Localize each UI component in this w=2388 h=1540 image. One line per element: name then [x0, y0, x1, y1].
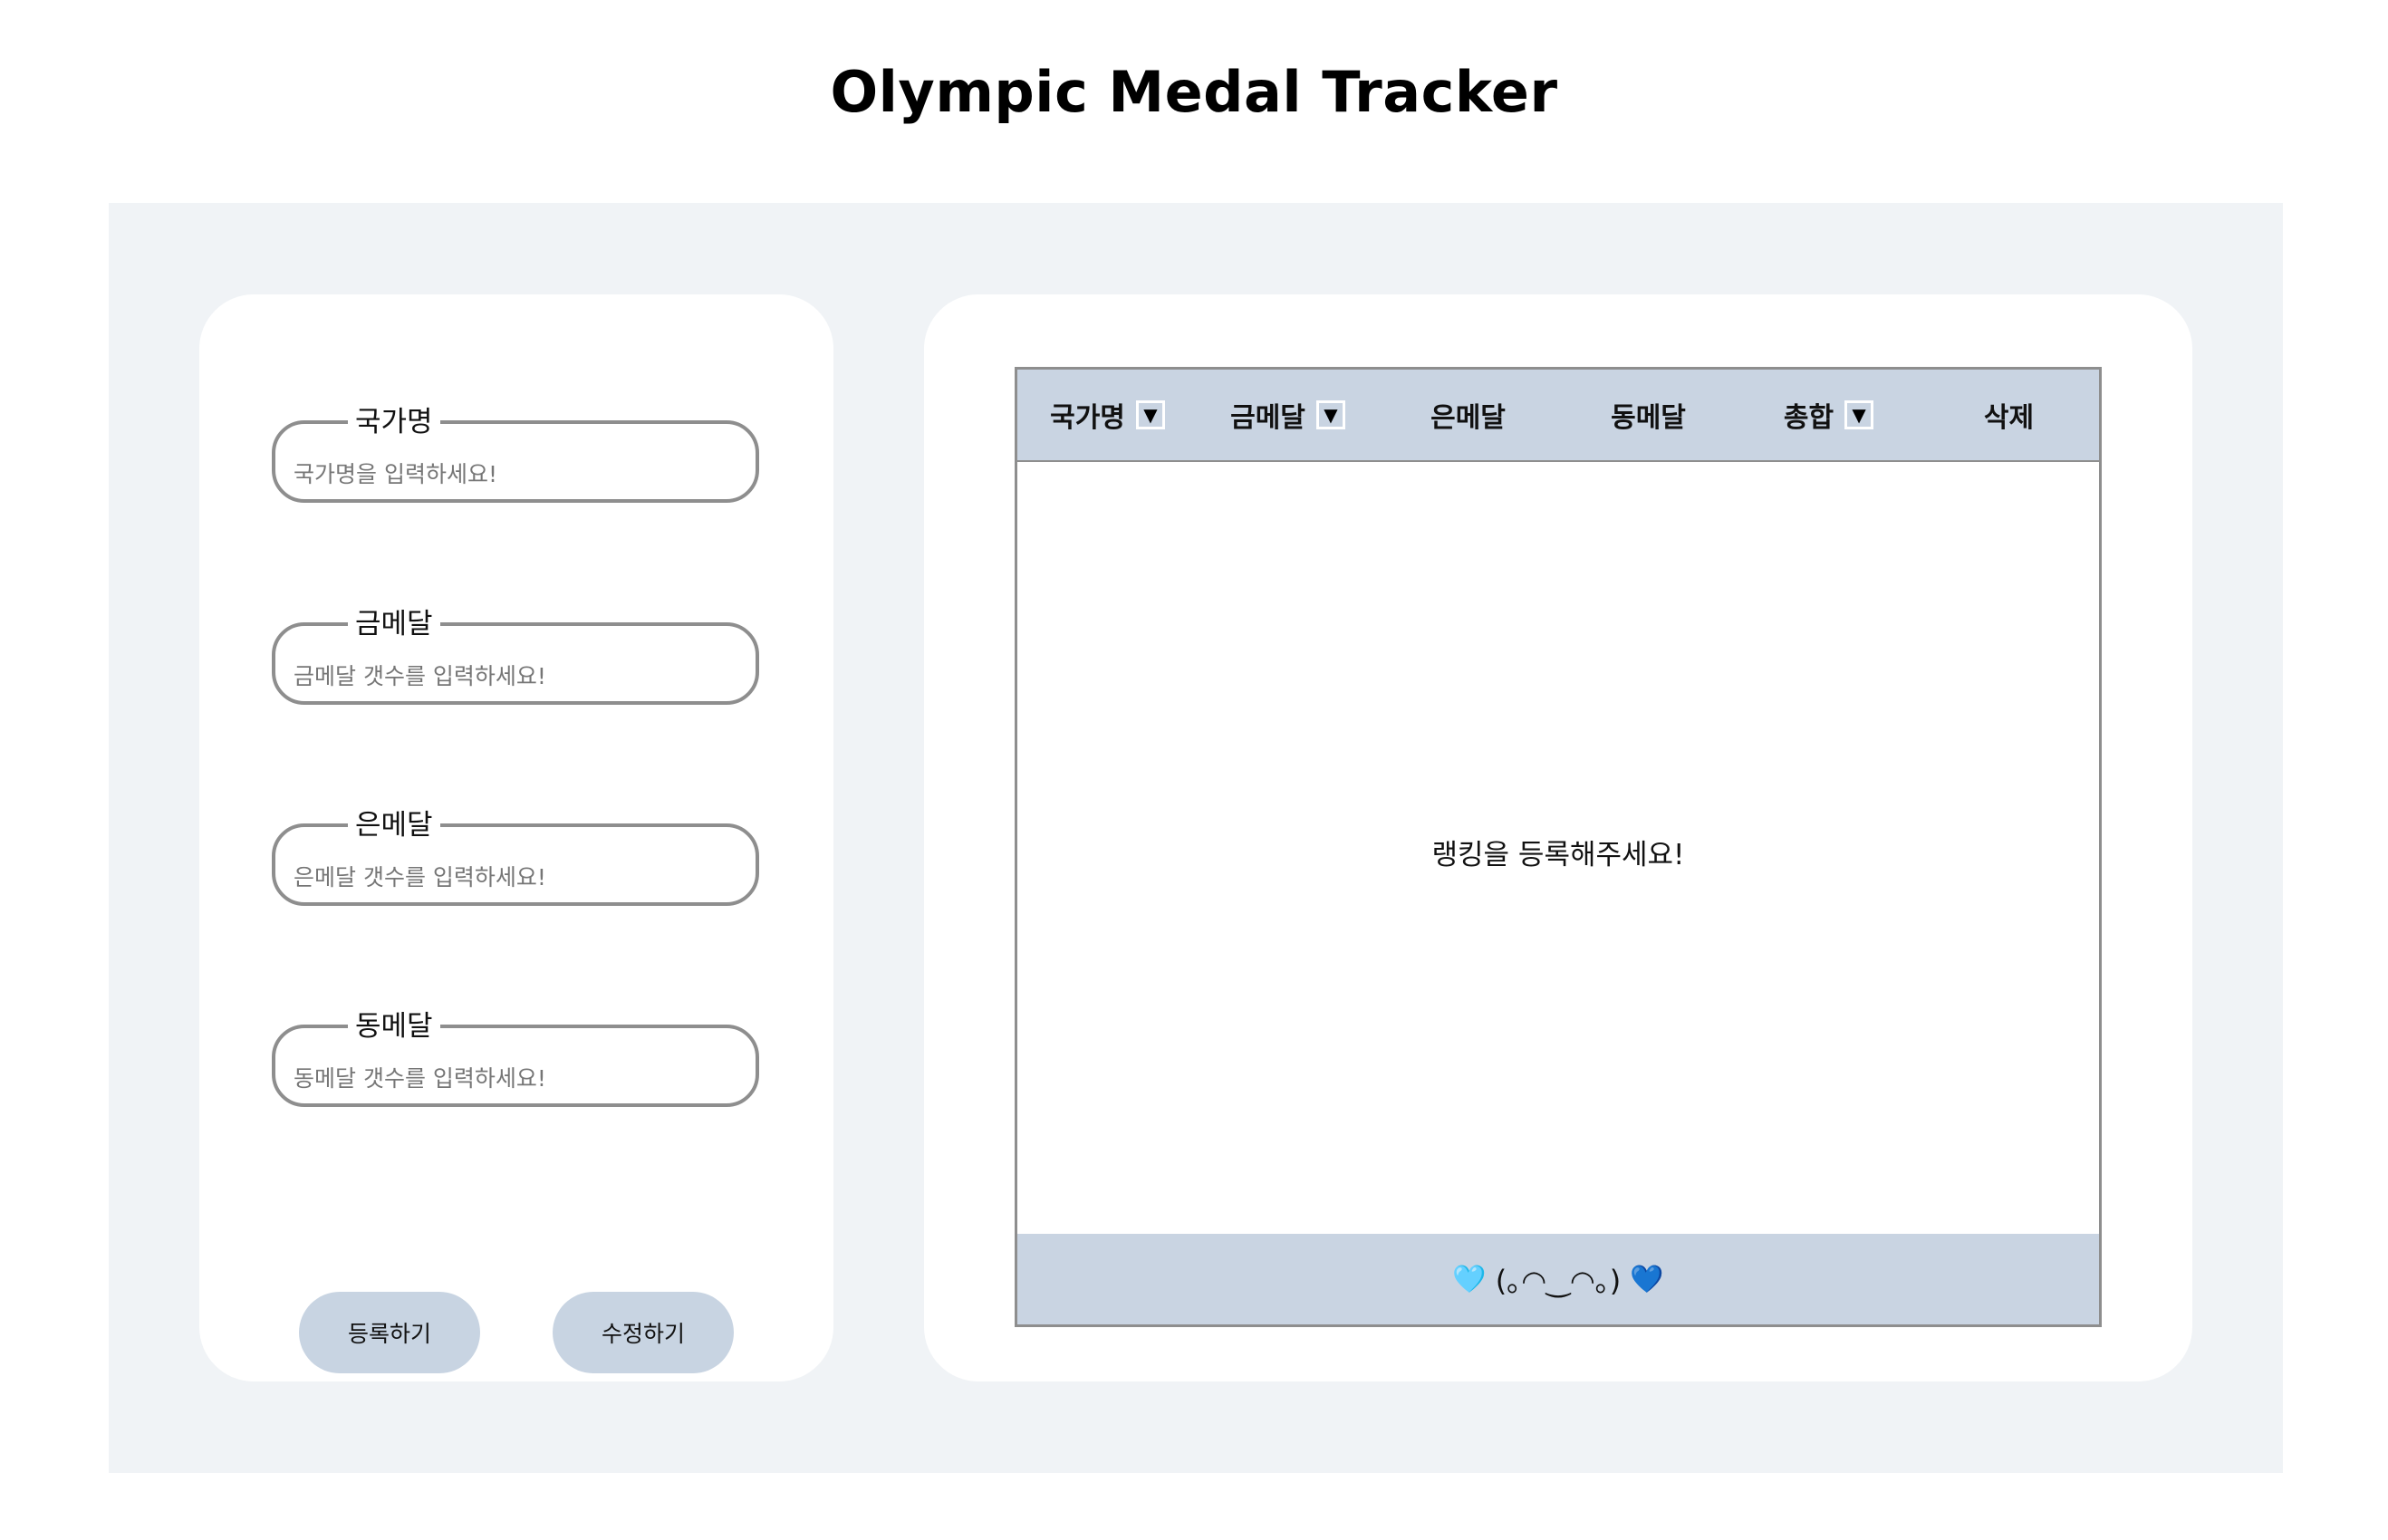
country-label: 국가명 — [355, 406, 433, 438]
blue-heart-icon: 💙 — [1630, 1263, 1664, 1295]
silver-label: 은메달 — [355, 809, 433, 842]
column-header-silver: 은메달 — [1378, 370, 1558, 460]
column-header-delete: 삭제 — [1919, 370, 2099, 460]
sort-country-icon[interactable]: ▼ — [1135, 400, 1165, 429]
empty-message: 랭킹을 등록해주세요! — [1431, 838, 1685, 871]
table-footer: 🩵 (｡◠‿◠｡) 💙 — [1017, 1234, 2099, 1324]
silver-field: 은메달 — [272, 810, 759, 906]
page-title: Olympic Medal Tracker — [830, 59, 1558, 125]
gold-label: 금메달 — [355, 608, 433, 640]
column-label-delete: 삭제 — [1983, 402, 2035, 434]
bronze-input[interactable] — [294, 1058, 728, 1098]
register-button[interactable]: 등록하기 — [299, 1292, 480, 1373]
edit-button[interactable]: 수정하기 — [553, 1292, 734, 1373]
column-label-bronze: 동메달 — [1611, 402, 1686, 434]
column-header-country: 국가명 ▼ — [1017, 370, 1198, 460]
kaomoji-face: (｡◠‿◠｡) — [1495, 1264, 1622, 1298]
column-label-total: 총합 — [1783, 402, 1834, 434]
column-label-gold: 금메달 — [1230, 402, 1305, 434]
sort-total-icon[interactable]: ▼ — [1844, 400, 1874, 429]
gold-field: 금메달 — [272, 609, 759, 705]
silver-input[interactable] — [294, 857, 728, 897]
bronze-label: 동메달 — [355, 1010, 433, 1043]
ranking-card: 국가명 ▼ 금메달 ▼ 은메달 동메달 총합 ▼ 삭제 랭킹을 등록해주세요! … — [924, 294, 2192, 1381]
column-header-gold: 금메달 ▼ — [1198, 370, 1378, 460]
gold-input[interactable] — [294, 656, 728, 696]
sort-gold-icon[interactable]: ▼ — [1315, 400, 1345, 429]
medal-form-card: 국가명 금메달 은메달 동메달 등록하기 수정하기 — [199, 294, 833, 1381]
country-input[interactable] — [294, 454, 728, 494]
ranking-table: 국가명 ▼ 금메달 ▼ 은메달 동메달 총합 ▼ 삭제 랭킹을 등록해주세요! … — [1015, 367, 2102, 1327]
country-field: 국가명 — [272, 407, 759, 503]
column-header-total: 총합 ▼ — [1738, 370, 1919, 460]
bronze-field: 동메달 — [272, 1011, 759, 1107]
light-blue-heart-icon: 🩵 — [1452, 1263, 1487, 1295]
main-container: 국가명 금메달 은메달 동메달 등록하기 수정하기 국가명 ▼ — [109, 203, 2283, 1473]
table-header: 국가명 ▼ 금메달 ▼ 은메달 동메달 총합 ▼ 삭제 — [1017, 370, 2099, 462]
column-label-silver: 은메달 — [1430, 402, 1506, 434]
column-header-bronze: 동메달 — [1558, 370, 1738, 460]
column-label-country: 국가명 — [1050, 402, 1125, 434]
